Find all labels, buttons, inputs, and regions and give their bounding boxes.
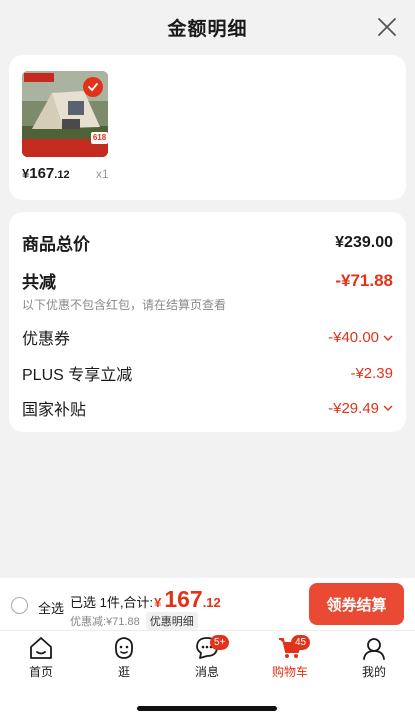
checkout-bar: 全选 已选 1件,合计: ¥ 167 .12 优惠减:¥71.88 优惠明细 领… bbox=[0, 578, 415, 630]
total-price-label: 商品总价 bbox=[22, 235, 90, 254]
close-icon[interactable] bbox=[375, 15, 399, 39]
coupon-row[interactable]: 优惠券 -¥40.00 bbox=[22, 325, 393, 349]
tab-home[interactable]: 首页 bbox=[11, 635, 71, 683]
tab-profile[interactable]: 我的 bbox=[344, 635, 404, 683]
subsidy-value: -¥29.49 bbox=[328, 400, 393, 417]
discount-text: 优惠减:¥71.88 bbox=[70, 616, 140, 628]
reduce-note: 以下优惠不包含红包，请在结算页查看 bbox=[22, 298, 227, 312]
tab-cart[interactable]: 45 购物车 bbox=[260, 635, 320, 683]
product-quantity: x1 bbox=[96, 167, 109, 181]
chevron-down-icon bbox=[383, 405, 393, 411]
sheet-header: 金额明细 bbox=[0, 0, 415, 55]
total-reduce-row: 共减 -¥71.88 bbox=[22, 268, 393, 293]
tab-message[interactable]: 5+ 消息 bbox=[177, 635, 237, 683]
discount-summary: 优惠减:¥71.88 优惠明细 bbox=[70, 612, 198, 630]
home-icon bbox=[30, 637, 52, 659]
check-badge-icon[interactable] bbox=[83, 77, 103, 97]
stroll-icon bbox=[115, 637, 133, 659]
sheet-title: 金额明细 bbox=[167, 19, 248, 40]
select-all-radio[interactable] bbox=[11, 597, 28, 614]
subsidy-row[interactable]: 国家补贴 -¥29.49 bbox=[22, 396, 393, 420]
discount-detail-link[interactable]: 优惠明细 bbox=[145, 612, 198, 630]
tab-stroll[interactable]: 逛 bbox=[94, 635, 154, 683]
profile-icon bbox=[363, 638, 385, 660]
coupon-label: 优惠券 bbox=[22, 331, 71, 348]
price-summary-card: 商品总价 ¥239.00 共减 -¥71.88 以下优惠不包含红包，请在结算页查… bbox=[9, 212, 406, 432]
home-indicator bbox=[137, 706, 277, 711]
subsidy-label: 国家补贴 bbox=[22, 402, 87, 419]
promo-618-badge: 618 bbox=[91, 132, 108, 144]
total-price-row: 商品总价 ¥239.00 bbox=[22, 230, 393, 255]
select-all-label[interactable]: 全选 bbox=[38, 598, 64, 617]
cart-badge: 45 bbox=[291, 635, 311, 650]
product-price: ¥ 167 .12 bbox=[22, 165, 70, 182]
total-reduce-label: 共减 bbox=[22, 273, 56, 292]
selected-total: 已选 1件,合计: ¥ 167 .12 bbox=[70, 586, 221, 612]
plus-discount-row: PLUS 专享立减 -¥2.39 bbox=[22, 361, 393, 385]
total-price-value: ¥239.00 bbox=[335, 233, 393, 251]
total-reduce-value: -¥71.88 bbox=[335, 270, 393, 290]
coupon-value: -¥40.00 bbox=[328, 329, 393, 346]
product-card: 618 ¥ 167 .12 x1 bbox=[9, 55, 406, 200]
checkout-button[interactable]: 领券结算 bbox=[309, 583, 404, 625]
chevron-down-icon bbox=[383, 335, 393, 341]
message-badge: 5+ bbox=[210, 635, 230, 650]
plus-discount-label: PLUS 专享立减 bbox=[22, 367, 133, 384]
plus-discount-value: -¥2.39 bbox=[350, 364, 393, 382]
